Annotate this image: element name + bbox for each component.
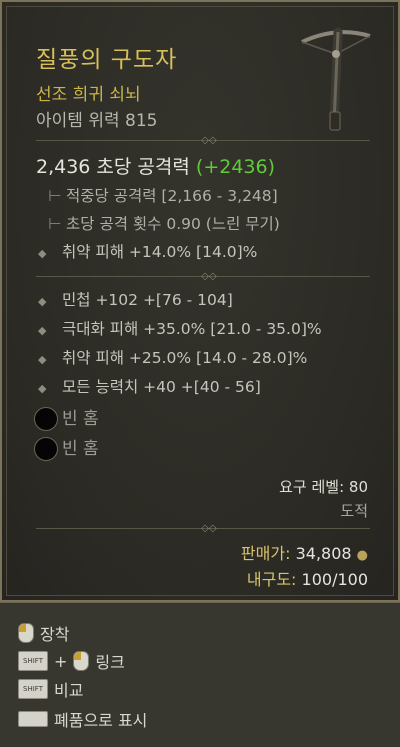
- socket-icon: [34, 407, 58, 431]
- right-click-icon: [18, 623, 34, 643]
- action-footer: 장착 SHIFT + 링크 SHIFT 비교 폐품으로 표시: [0, 602, 400, 747]
- left-click-icon: [73, 651, 90, 671]
- diamond-bullet-icon: ◆: [38, 353, 47, 366]
- sell-price: 판매가: 34,808 ●: [241, 540, 368, 564]
- item-tooltip: 질풍의 구도자 선조 희귀 쇠뇌 아이템 위력 815 ◇◇ 2,436 초당 …: [0, 0, 400, 602]
- divider-ornament-icon: ◇◇: [201, 523, 217, 534]
- required-level: 요구 레벨: 80: [279, 478, 368, 496]
- socket-icon: [34, 437, 58, 461]
- mark-junk-action[interactable]: 폐품으로 표시: [18, 707, 147, 731]
- divider-ornament-icon: ◇◇: [201, 135, 217, 146]
- shift-key-icon: SHIFT: [18, 679, 48, 699]
- implicit-text: 취약 피해 +14.0% [14.0]%: [62, 243, 258, 261]
- equip-action[interactable]: 장착: [18, 621, 69, 645]
- affix-text: 민첩 +102 +[76 - 104]: [62, 291, 233, 309]
- affix-text: 모든 능력치 +40 +[40 - 56]: [62, 378, 261, 396]
- affix: ◆ 민첩 +102 +[76 - 104]: [38, 288, 233, 310]
- diamond-bullet-icon: ◆: [38, 324, 47, 337]
- divider: ◇◇: [36, 523, 370, 534]
- diamond-bullet-icon: ◆: [38, 382, 47, 395]
- damage-per-hit-text: 적중당 공격력 [2,166 - 3,248]: [66, 187, 278, 205]
- item-name: 질풍의 구도자: [36, 47, 178, 73]
- compare-action[interactable]: SHIFT 비교: [18, 677, 83, 701]
- affix: ◆ 취약 피해 +25.0% [14.0 - 28.0]%: [38, 346, 307, 368]
- empty-socket: 빈 홈: [34, 404, 99, 431]
- mark-junk-label: 폐품으로 표시: [54, 711, 148, 730]
- equip-label: 장착: [40, 625, 70, 644]
- link-label: 링크: [95, 653, 125, 672]
- affix-text: 취약 피해 +25.0% [14.0 - 28.0]%: [62, 349, 308, 367]
- attack-speed-text: 초당 공격 횟수 0.90 (느린 무기): [66, 215, 280, 233]
- affix: ◆ 모든 능력치 +40 +[40 - 56]: [38, 375, 261, 397]
- class-requirement: 도적: [340, 502, 368, 520]
- crossbow-icon: [301, 27, 371, 131]
- link-action[interactable]: SHIFT + 링크: [18, 649, 125, 673]
- durability: 내구도: 100/100: [247, 566, 368, 590]
- plus-icon: +: [54, 651, 68, 671]
- sell-value: 34,808: [295, 544, 352, 563]
- dps-delta: (+2436): [195, 156, 276, 178]
- durability-label: 내구도:: [246, 570, 297, 589]
- socket-label: 빈 홈: [62, 439, 99, 459]
- shift-key-icon: SHIFT: [18, 651, 48, 671]
- implicit-affix: ◆ 취약 피해 +14.0% [14.0]%: [38, 240, 257, 262]
- dps-line: 2,436 초당 공격력 (+2436): [36, 152, 275, 179]
- diamond-bullet-icon: ◆: [38, 295, 47, 308]
- divider: ◇◇: [36, 135, 370, 146]
- durability-value: 100/100: [301, 570, 368, 589]
- gold-coin-icon: ●: [356, 548, 368, 563]
- damage-per-hit: ⊢ 적중당 공격력 [2,166 - 3,248]: [48, 184, 278, 206]
- sell-label: 판매가:: [240, 544, 291, 563]
- divider: ◇◇: [36, 271, 370, 282]
- empty-socket: 빈 홈: [34, 434, 99, 461]
- dps-value: 2,436 초당 공격력: [36, 156, 190, 178]
- divider-ornament-icon: ◇◇: [201, 271, 217, 282]
- branch-icon: ⊢: [48, 215, 62, 233]
- affix-text: 극대화 피해 +35.0% [21.0 - 35.0]%: [62, 320, 322, 338]
- item-power: 아이템 위력 815: [36, 111, 158, 131]
- item-rarity: 선조 희귀 쇠뇌: [36, 85, 141, 105]
- compare-label: 비교: [54, 681, 84, 700]
- branch-icon: ⊢: [48, 187, 62, 205]
- socket-label: 빈 홈: [62, 409, 99, 429]
- space-key-icon: [18, 711, 48, 727]
- attack-speed: ⊢ 초당 공격 횟수 0.90 (느린 무기): [48, 212, 280, 234]
- affix: ◆ 극대화 피해 +35.0% [21.0 - 35.0]%: [38, 317, 322, 339]
- diamond-bullet-icon: ◆: [38, 247, 47, 260]
